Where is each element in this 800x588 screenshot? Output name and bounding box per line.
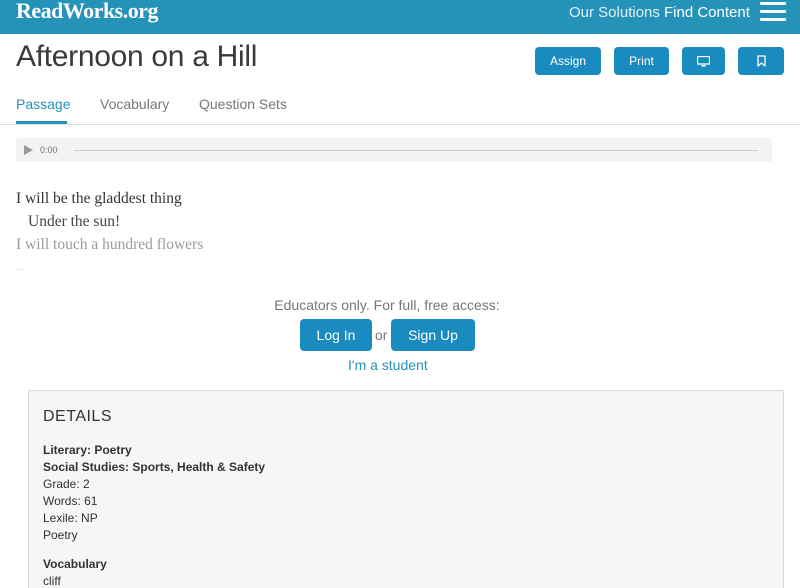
passage-line: I will be the gladdest thing [16,190,182,207]
passage-ellipsis: ... [16,259,25,273]
passage-line: Under the sun! [28,213,121,230]
grade-value: Grade: 2 [43,477,90,491]
top-nav-bar: ReadWorks.org Our Solutions Find Content [0,0,800,34]
audio-time: 0:00 [40,145,58,155]
page-title: Afternoon on a Hill [16,40,258,73]
login-button[interactable]: Log In [300,319,372,351]
vocabulary-word: cliff [43,574,61,588]
present-button[interactable] [682,47,725,75]
details-panel: DETAILS Literary: Poetry Social Studies:… [28,390,784,588]
tab-bar: Passage Vocabulary Question Sets [0,92,800,125]
readworks-logo[interactable]: ReadWorks.org [16,0,159,24]
genre-value: Poetry [43,528,78,542]
tab-question-sets[interactable]: Question Sets [199,96,287,112]
words-value: Words: 61 [43,494,98,508]
presentation-icon [697,55,710,67]
details-title: DETAILS [43,408,112,425]
signup-button[interactable]: Sign Up [391,319,475,351]
access-message: Educators only. For full, free access: [274,297,500,313]
bookmark-button[interactable] [738,47,784,75]
subject-literary: Literary: Poetry [43,443,132,457]
bookmark-icon [756,55,766,67]
lexile-value: Lexile: NP [43,511,98,525]
tab-passage[interactable]: Passage [16,96,70,112]
active-tab-indicator [16,121,67,124]
nav-find-content[interactable]: Find Content [664,4,750,21]
audio-player: 0:00 [16,138,772,162]
student-link[interactable]: I'm a student [348,357,428,373]
assign-button[interactable]: Assign [535,47,601,75]
vocabulary-label: Vocabulary [43,557,107,571]
subject-social-studies: Social Studies: Sports, Health & Safety [43,460,266,474]
play-icon[interactable] [24,145,33,155]
hamburger-icon[interactable] [760,2,786,22]
tab-vocabulary[interactable]: Vocabulary [100,96,169,112]
audio-progress-track[interactable] [74,150,758,151]
print-button[interactable]: Print [614,47,669,75]
nav-our-solutions[interactable]: Our Solutions [569,4,660,21]
or-label: or [375,327,388,343]
passage-line: I will touch a hundred flowers [16,236,204,253]
